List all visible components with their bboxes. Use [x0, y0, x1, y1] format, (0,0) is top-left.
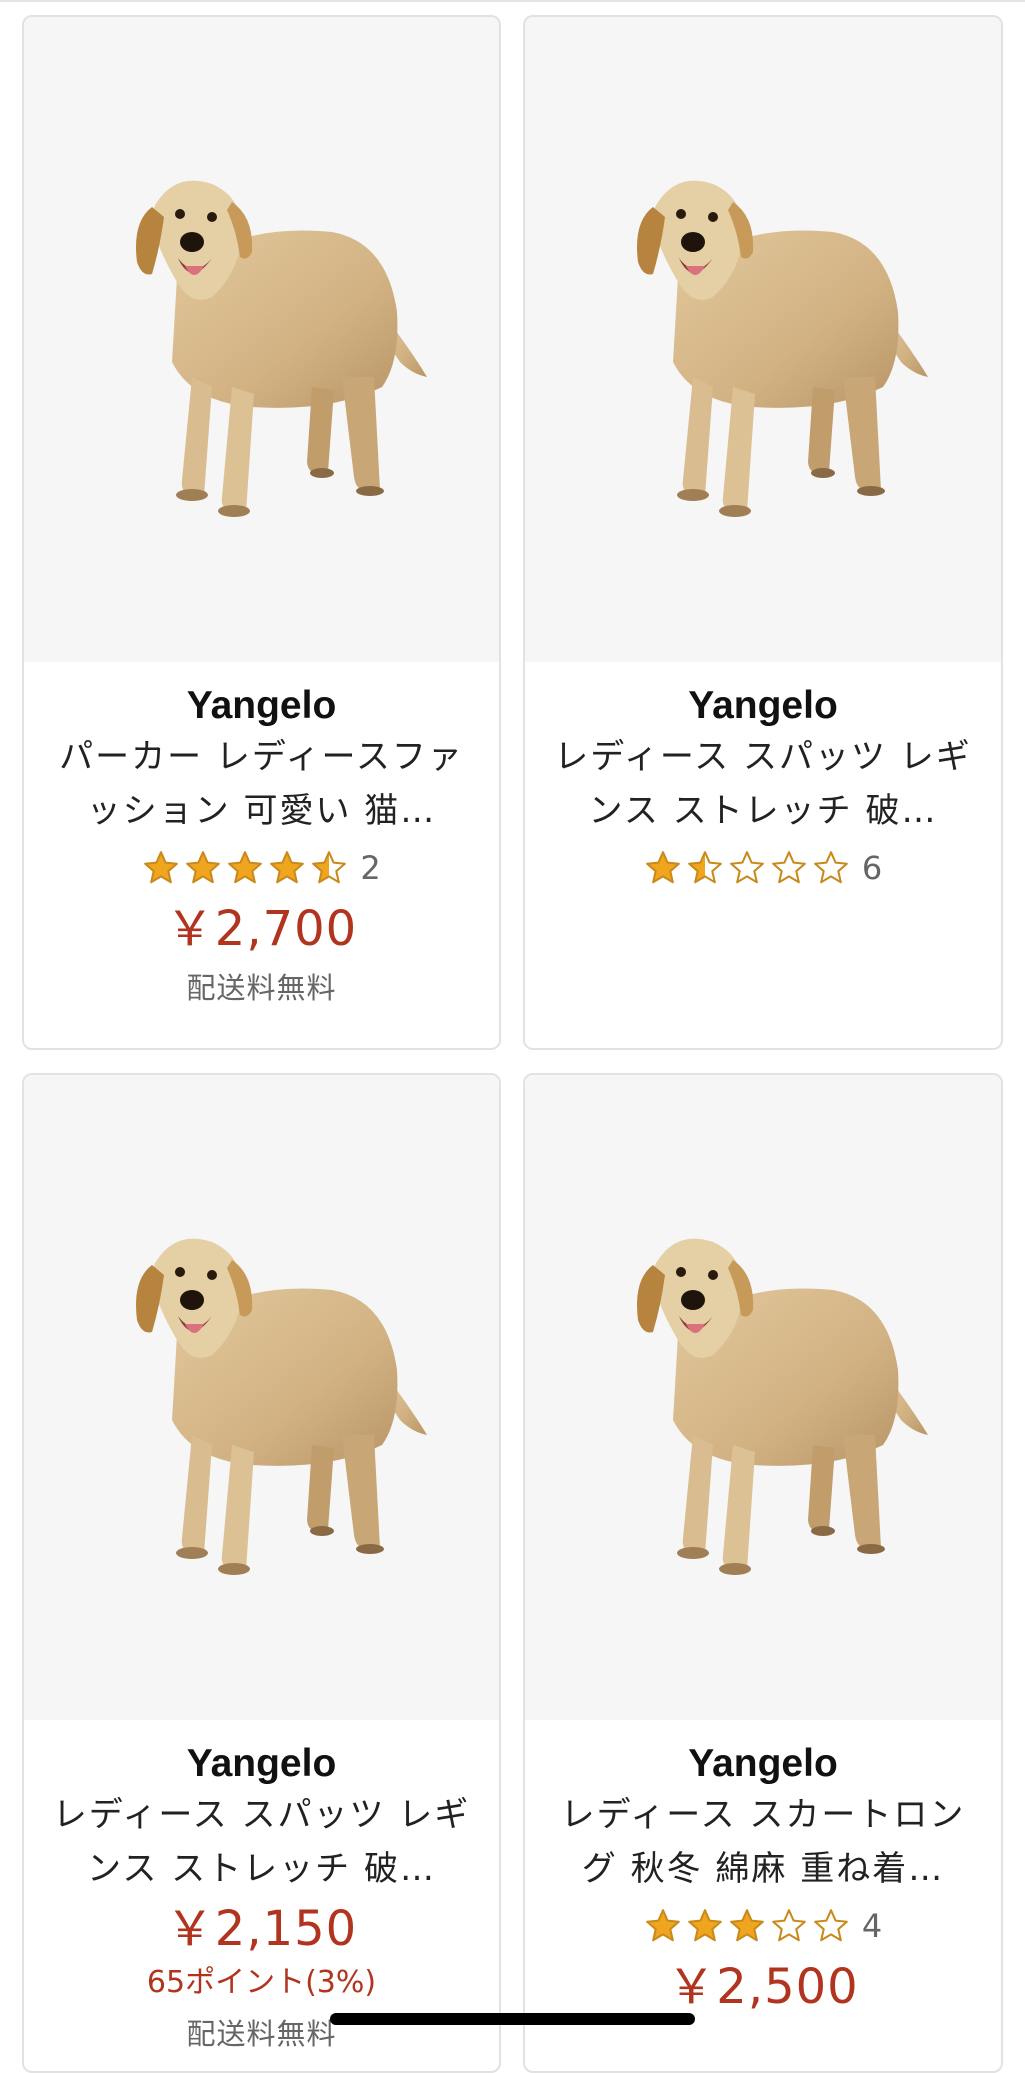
- star-empty-icon: [813, 851, 848, 884]
- review-count: 6: [861, 849, 883, 887]
- star-full-icon: [270, 851, 305, 884]
- product-rating[interactable]: 4: [525, 1896, 1001, 1956]
- product-title[interactable]: レディース スカートロング 秋冬 綿麻 重ね着…: [553, 1788, 973, 1896]
- star-full-icon: [729, 1909, 764, 1942]
- product-card[interactable]: Yangelo レディース スパッツ レギンス ストレッチ 破… 6: [523, 15, 1003, 1050]
- shipping-info: 配送料無料: [186, 971, 337, 1005]
- product-brand: Yangelo: [688, 1742, 838, 1785]
- product-price: ￥2,500: [667, 1959, 859, 2015]
- product-image[interactable]: [525, 1075, 1001, 1720]
- star-half-icon: [312, 851, 347, 884]
- star-empty-icon: [813, 1909, 848, 1942]
- review-count: 4: [861, 1907, 883, 1945]
- points-info: 65ポイント(3%): [146, 1965, 377, 2000]
- star-half-icon: [687, 851, 722, 884]
- product-price: ￥2,700: [165, 901, 358, 957]
- product-card[interactable]: Yangelo パーカー レディースファッション 可愛い 猫… 2 ￥2,700…: [22, 15, 501, 1050]
- star-empty-icon: [729, 851, 764, 884]
- star-full-icon: [144, 851, 179, 884]
- star-full-icon: [228, 851, 263, 884]
- dog-icon: [637, 180, 928, 517]
- star-full-icon: [645, 851, 680, 884]
- product-price: ￥2,150: [165, 1901, 358, 1957]
- star-full-icon: [186, 851, 221, 884]
- product-rating[interactable]: 6: [525, 838, 1001, 898]
- star-rating: [142, 849, 348, 887]
- star-rating: [644, 1907, 850, 1945]
- product-brand: Yangelo: [688, 684, 838, 727]
- dog-icon: [135, 180, 427, 517]
- product-image[interactable]: [24, 17, 499, 662]
- product-brand: Yangelo: [186, 684, 337, 727]
- product-title[interactable]: レディース スパッツ レギンス ストレッチ 破…: [52, 1788, 472, 1896]
- product-card[interactable]: Yangelo レディース スカートロング 秋冬 綿麻 重ね着… 4 ￥2,50…: [523, 1073, 1003, 2073]
- product-info: Yangelo レディース スパッツ レギンス ストレッチ 破… ￥2,150 …: [24, 1720, 499, 2062]
- star-empty-icon: [771, 1909, 806, 1942]
- product-brand: Yangelo: [186, 1742, 337, 1785]
- product-info: Yangelo パーカー レディースファッション 可愛い 猫… 2 ￥2,700…: [24, 662, 499, 1016]
- star-full-icon: [687, 1909, 722, 1942]
- product-info: Yangelo レディース スパッツ レギンス ストレッチ 破… 6: [525, 662, 1001, 898]
- star-empty-icon: [771, 851, 806, 884]
- product-title[interactable]: レディース スパッツ レギンス ストレッチ 破…: [553, 730, 973, 838]
- star-full-icon: [645, 1909, 680, 1942]
- product-card[interactable]: Yangelo レディース スパッツ レギンス ストレッチ 破… ￥2,150 …: [22, 1073, 501, 2073]
- product-title[interactable]: パーカー レディースファッション 可愛い 猫…: [52, 730, 472, 838]
- star-rating: [644, 849, 850, 887]
- product-image[interactable]: [525, 17, 1001, 662]
- product-image[interactable]: [24, 1075, 499, 1720]
- home-indicator[interactable]: [330, 2013, 695, 2025]
- dog-icon: [637, 1238, 928, 1575]
- product-info: Yangelo レディース スカートロング 秋冬 綿麻 重ね着… 4 ￥2,50…: [525, 1720, 1001, 2018]
- product-rating[interactable]: 2: [24, 838, 499, 898]
- dog-icon: [135, 1238, 427, 1575]
- review-count: 2: [360, 849, 381, 887]
- product-grid: Yangelo パーカー レディースファッション 可愛い 猫… 2 ￥2,700…: [0, 0, 1025, 2073]
